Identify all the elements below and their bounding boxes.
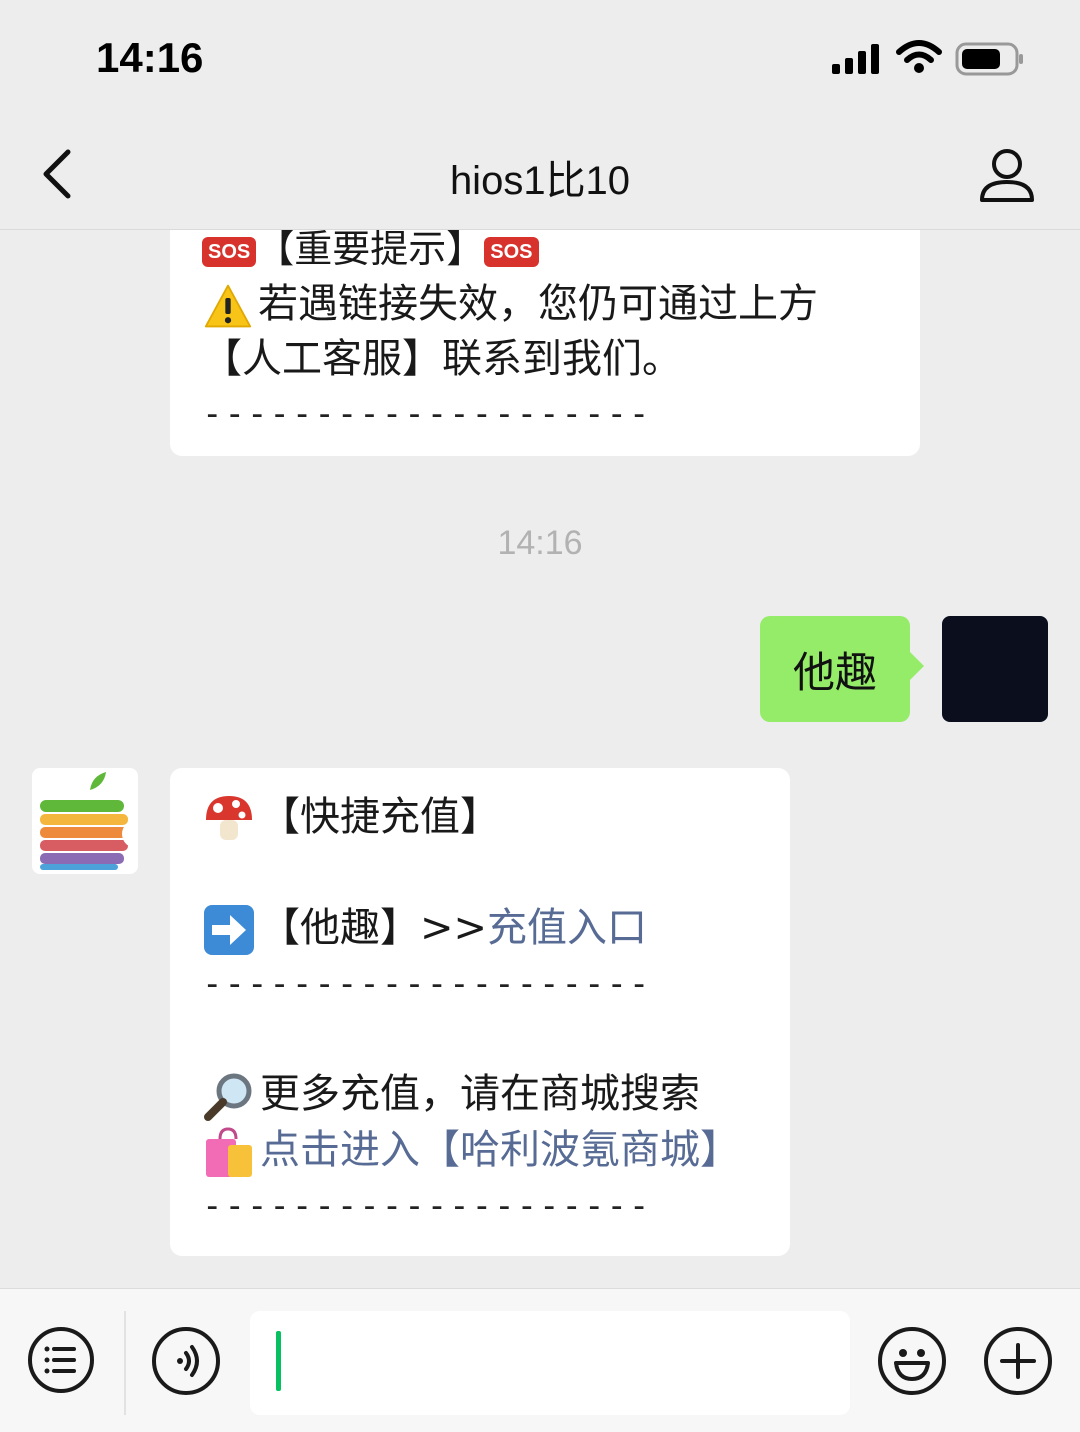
my-avatar[interactable] [942, 616, 1048, 722]
magnifier-icon [204, 1073, 252, 1121]
divider-dashes: -------------------- [202, 1186, 652, 1226]
input-divider [124, 1311, 126, 1415]
signal-icon [832, 44, 879, 74]
list-icon[interactable] [28, 1327, 94, 1393]
notice-line-2: 【人工客服】联系到我们。 [202, 336, 682, 382]
text-caret [276, 1331, 281, 1391]
sos-badge: SOS [484, 236, 539, 267]
status-time: 14:16 [96, 34, 204, 81]
message-bubble-outgoing[interactable]: 他趣 [760, 616, 924, 722]
mushroom-icon [206, 796, 252, 840]
message-bubble-notice[interactable]: SOS 【重要提示】 SOS 若遇链接失效，您仍可通过上方 【人工客服】联系到我们。… [170, 230, 920, 456]
input-bar [0, 1288, 1080, 1432]
bot-avatar[interactable] [32, 768, 138, 874]
message-bubble-reply[interactable]: 【快捷充值】 【他趣】>>充值入口 -------------------- 更… [170, 768, 790, 1256]
recharge-entry-link[interactable]: 充值入口 [487, 905, 647, 951]
reply-entry-line: 【他趣】>>充值入口 [202, 901, 790, 957]
warning-icon [204, 284, 252, 328]
wifi-icon [896, 40, 942, 73]
message-input[interactable] [250, 1311, 850, 1415]
mall-link[interactable]: 点击进入【哈利波氪商城】 [260, 1127, 740, 1173]
message-timestamp: 14:16 [497, 524, 583, 562]
divider-dashes: -------------------- [202, 964, 652, 1004]
plus-icon[interactable] [984, 1327, 1052, 1395]
smiley-icon[interactable] [878, 1327, 946, 1395]
voice-icon[interactable] [152, 1327, 220, 1395]
shopping-bags-icon [206, 1127, 252, 1177]
notice-title-line: SOS 【重要提示】 SOS [202, 230, 920, 277]
message-list[interactable]: SOS 【重要提示】 SOS 若遇链接失效，您仍可通过上方 【人工客服】联系到我们。… [0, 230, 1080, 1288]
chat-title: hios1比10 [449, 159, 631, 203]
arrow-right-icon [204, 905, 254, 955]
divider-dashes: -------------------- [202, 394, 652, 434]
reply-mall-line: 点击进入【哈利波氪商城】 [202, 1123, 790, 1179]
person-icon[interactable] [976, 144, 1038, 206]
status-bar: 14:16 [0, 0, 1080, 120]
rainbow-apple-logo [40, 772, 138, 870]
notice-line-1: 若遇链接失效，您仍可通过上方 [202, 277, 920, 332]
battery-icon [955, 42, 1023, 76]
nav-bar: hios1比10 [0, 120, 1080, 230]
reply-more-line: 更多充值，请在商城搜索 [202, 1067, 790, 1123]
sos-badge: SOS [202, 236, 257, 267]
chat-screen: 14:16 hios1比10 SOS 【重要提示】 SOS 若遇链接失效，您仍可… [0, 0, 1080, 1432]
notice-title: 【重要提示】 [256, 230, 485, 271]
outgoing-text: 他趣 [792, 647, 877, 697]
reply-quick-recharge: 【快捷充值】 [202, 790, 790, 846]
